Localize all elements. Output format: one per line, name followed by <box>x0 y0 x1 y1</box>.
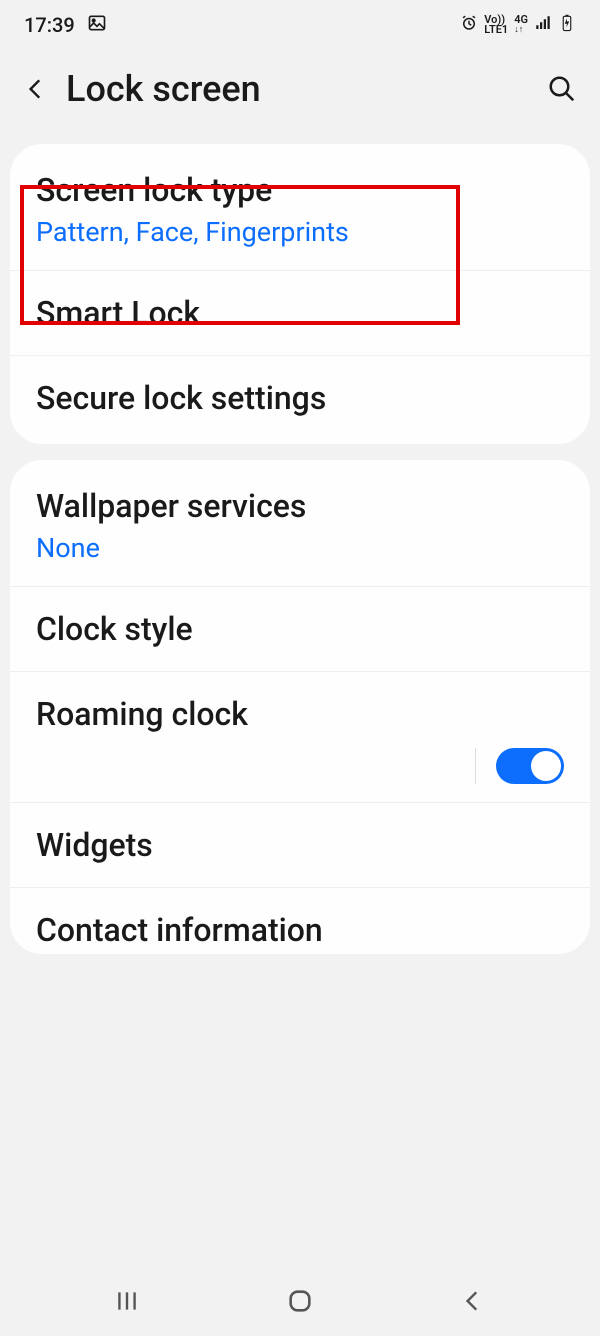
home-button[interactable] <box>270 1281 330 1321</box>
divider <box>475 748 476 784</box>
setting-smart-lock[interactable]: Smart Lock <box>10 271 590 356</box>
setting-title: Roaming clock <box>36 694 564 734</box>
status-right: Vo)) LTE1 4G ↓↑ <box>460 14 576 36</box>
status-bar: 17:39 Vo)) LTE1 4G ↓↑ <box>0 0 600 50</box>
setting-subtitle: None <box>36 532 564 564</box>
roaming-toggle-row <box>10 740 590 803</box>
nav-back-button[interactable] <box>443 1281 503 1321</box>
search-button[interactable] <box>544 71 580 107</box>
setting-roaming-clock[interactable]: Roaming clock <box>10 672 590 740</box>
clock-time: 17:39 <box>24 13 75 37</box>
signal-icon <box>534 14 552 36</box>
settings-card-2: Wallpaper services None Clock style Roam… <box>10 460 590 954</box>
setting-wallpaper-services[interactable]: Wallpaper services None <box>10 464 590 587</box>
setting-title: Wallpaper services <box>36 486 564 526</box>
setting-secure-lock[interactable]: Secure lock settings <box>10 356 590 440</box>
setting-title: Widgets <box>36 825 564 865</box>
setting-screen-lock-type[interactable]: Screen lock type Pattern, Face, Fingerpr… <box>10 148 590 271</box>
setting-title: Smart Lock <box>36 293 564 333</box>
settings-card-1: Screen lock type Pattern, Face, Fingerpr… <box>10 144 590 444</box>
battery-icon <box>558 14 576 36</box>
setting-title: Secure lock settings <box>36 378 564 418</box>
setting-subtitle: Pattern, Face, Fingerprints <box>36 216 564 248</box>
setting-title: Screen lock type <box>36 170 564 210</box>
page-title: Lock screen <box>66 68 530 110</box>
roaming-clock-toggle[interactable] <box>496 748 564 784</box>
setting-clock-style[interactable]: Clock style <box>10 587 590 672</box>
status-left: 17:39 <box>24 13 107 38</box>
setting-title: Clock style <box>36 609 564 649</box>
navigation-bar <box>0 1266 600 1336</box>
app-header: Lock screen <box>0 50 600 138</box>
back-button[interactable] <box>20 73 52 105</box>
network-gen: 4G ↓↑ <box>514 15 528 35</box>
setting-title: Contact information <box>36 910 564 950</box>
setting-widgets[interactable]: Widgets <box>10 803 590 888</box>
setting-contact-information[interactable]: Contact information <box>10 888 590 950</box>
image-icon <box>87 13 107 38</box>
network-label: Vo)) LTE1 <box>484 15 508 35</box>
alarm-icon <box>460 14 478 36</box>
recents-button[interactable] <box>97 1281 157 1321</box>
